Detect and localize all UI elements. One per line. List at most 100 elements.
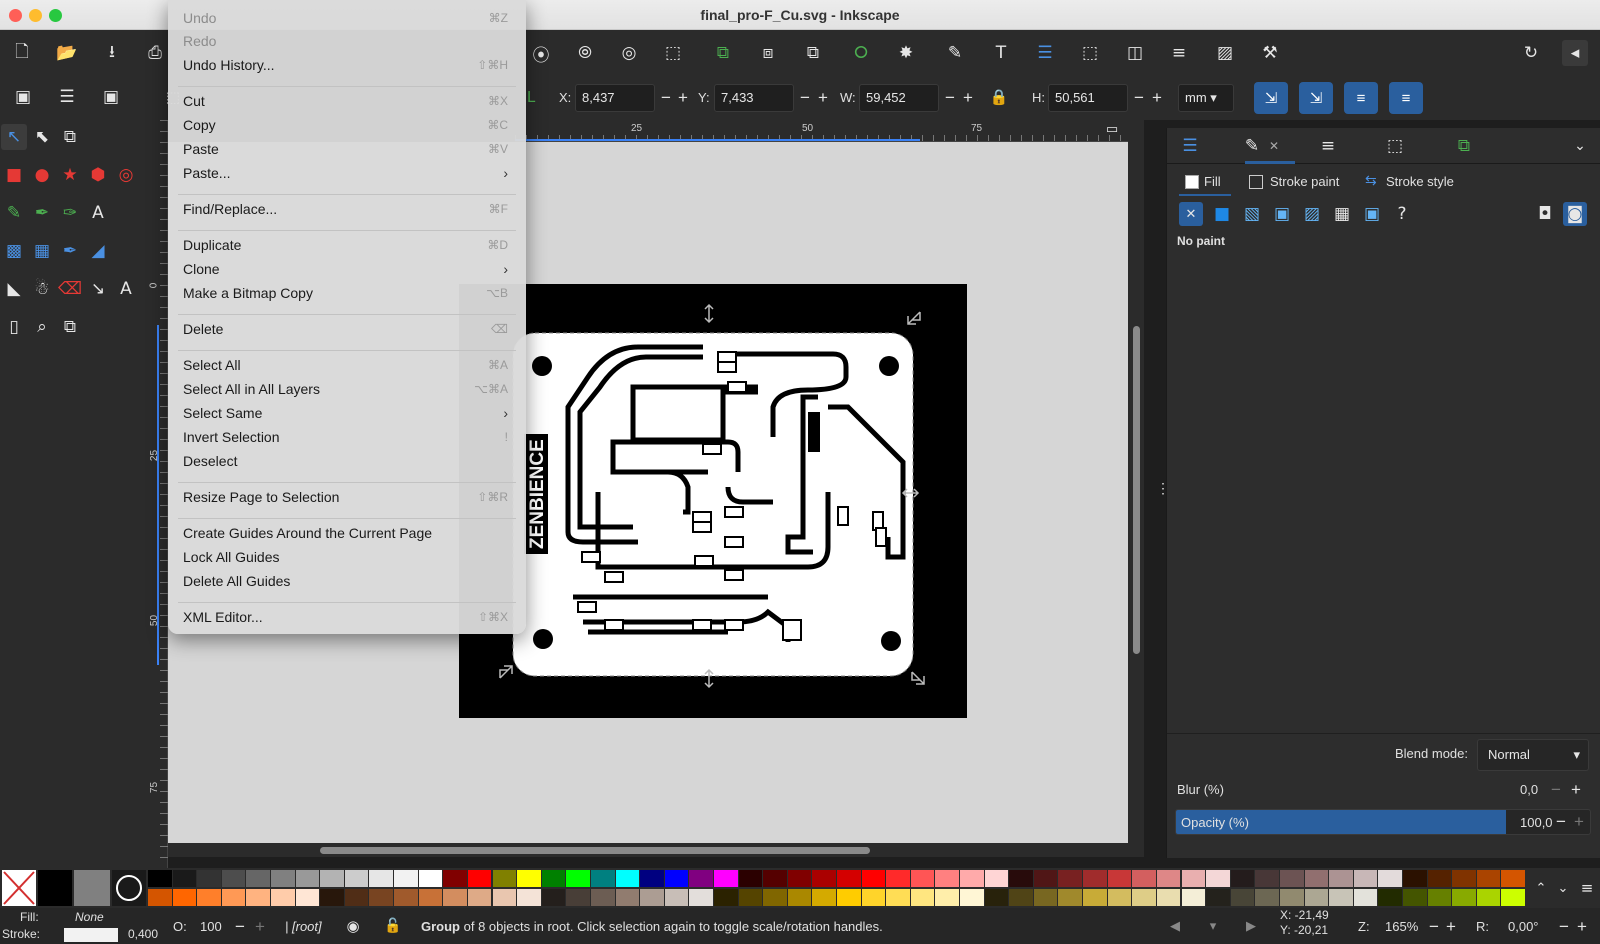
color-swatch[interactable] [689, 889, 713, 906]
color-swatch[interactable] [615, 870, 640, 887]
color-swatch[interactable] [369, 889, 394, 906]
menu-item-paste[interactable]: Paste ⌘V [168, 138, 526, 160]
y-increment-button[interactable]: + [818, 89, 828, 106]
horizontal-scrollbar[interactable] [168, 843, 1128, 857]
pen-tool-icon[interactable]: ✒ [29, 200, 55, 226]
color-swatch[interactable] [320, 870, 344, 887]
black-swatch[interactable] [38, 870, 72, 906]
color-swatch[interactable] [960, 870, 984, 887]
color-swatch[interactable] [861, 889, 886, 906]
linear-gradient-icon[interactable]: ▧ [1240, 202, 1264, 226]
status-opacity-decrement[interactable]: − [235, 918, 245, 935]
color-swatch[interactable] [1353, 889, 1378, 906]
x-field[interactable]: 8,437 [575, 84, 655, 112]
measure-tool-icon[interactable]: ⧉ [57, 314, 83, 340]
menu-item-paste[interactable]: Paste... › [168, 162, 526, 184]
color-swatch[interactable] [1058, 889, 1083, 906]
color-swatch[interactable] [1132, 889, 1156, 906]
color-swatch[interactable] [1501, 889, 1525, 906]
color-swatch[interactable] [517, 889, 541, 906]
color-swatch[interactable] [812, 889, 836, 906]
layers-icon[interactable]: ☰ [1032, 40, 1058, 66]
color-swatch[interactable] [1279, 870, 1304, 887]
selector-tool-icon[interactable]: ↖ [1, 124, 27, 150]
unlink-clone-icon[interactable]: ⧉ [800, 40, 826, 66]
color-swatch[interactable] [295, 870, 320, 887]
color-swatch[interactable] [1009, 889, 1033, 906]
color-swatch[interactable] [984, 870, 1009, 887]
color-swatch[interactable] [713, 889, 738, 906]
menu-item-undo-history[interactable]: Undo History... ⇧⌘H [168, 54, 526, 76]
lpe-tool-icon[interactable]: A [113, 276, 139, 302]
color-swatch[interactable] [837, 870, 861, 887]
color-swatch[interactable] [1058, 870, 1083, 887]
zoom-increment[interactable]: + [1446, 918, 1456, 935]
opacity-decrement-button[interactable]: − [1556, 813, 1566, 830]
vertical-scroll-thumb[interactable] [1133, 326, 1140, 654]
color-swatch[interactable] [246, 870, 271, 887]
zoom-selection-icon[interactable]: ⦿ [528, 40, 554, 66]
color-swatch[interactable] [517, 870, 541, 887]
color-swatch[interactable] [1378, 889, 1402, 906]
menu-item-make-a-bitmap-copy[interactable]: Make a Bitmap Copy ⌥B [168, 282, 526, 304]
menu-item-select-all[interactable]: Select All ⌘A [168, 354, 526, 376]
pencil-tool-icon[interactable]: ✎ [1, 200, 27, 226]
menu-item-select-all-in-all-layers[interactable]: Select All in All Layers ⌥⌘A [168, 378, 526, 400]
h-field[interactable]: 50,561 [1048, 84, 1128, 112]
radial-gradient-icon[interactable]: ▣ [1270, 202, 1294, 226]
ellipse-tool-icon[interactable]: ● [29, 162, 55, 188]
stroke-color-indicator[interactable] [64, 928, 118, 942]
color-swatch[interactable] [886, 889, 910, 906]
ungroup-icon[interactable]: ✸ [893, 40, 919, 66]
color-swatch[interactable] [1083, 870, 1107, 887]
move-patterns-toggle[interactable]: ≡ [1389, 82, 1423, 114]
layer-lock-icon[interactable]: 🔓 [380, 913, 406, 939]
color-swatch[interactable] [1132, 870, 1156, 887]
spray-tool-icon[interactable]: ☃ [29, 276, 55, 302]
color-swatch[interactable] [1501, 870, 1525, 887]
color-swatch[interactable] [640, 889, 664, 906]
color-swatch[interactable] [590, 870, 615, 887]
color-swatch[interactable] [590, 889, 615, 906]
color-swatch[interactable] [787, 889, 812, 906]
previous-page-icon[interactable]: ◀ [1162, 913, 1188, 939]
w-field[interactable]: 59,452 [859, 84, 939, 112]
color-swatch[interactable] [1255, 889, 1279, 906]
dock-menu-icon[interactable]: ⌄ [1567, 133, 1593, 159]
color-swatch[interactable] [1452, 889, 1476, 906]
no-color-swatch[interactable] [2, 870, 36, 906]
align-tab-icon[interactable]: ≡ [1315, 133, 1341, 159]
calligraphy-tool-icon[interactable]: ✑ [57, 200, 83, 226]
zoom-tool-icon[interactable]: ⌕ [29, 314, 55, 340]
color-swatch[interactable] [1402, 870, 1427, 887]
zoom-window-button[interactable] [49, 9, 62, 22]
color-swatch[interactable] [664, 889, 689, 906]
zoom-drawing-icon[interactable]: ⦾ [572, 40, 598, 66]
collapse-panel-icon[interactable]: ◂ [1562, 40, 1588, 66]
color-swatch[interactable] [369, 870, 394, 887]
fill-rule-nonzero-icon[interactable]: ◙ [1563, 202, 1587, 226]
color-swatch[interactable] [738, 870, 763, 887]
color-swatch[interactable] [640, 870, 664, 887]
unit-select[interactable]: mm ▾ [1178, 84, 1234, 112]
color-swatch[interactable] [738, 889, 763, 906]
color-swatch[interactable] [418, 889, 443, 906]
mesh-tool-icon[interactable]: ▦ [29, 238, 55, 264]
color-swatch[interactable] [418, 870, 443, 887]
layer-visibility-icon[interactable]: ◉ [340, 913, 366, 939]
menu-item-copy[interactable]: Copy ⌘C [168, 114, 526, 136]
preferences-icon[interactable]: ⚒ [1257, 40, 1283, 66]
w-decrement-button[interactable]: − [945, 89, 955, 106]
color-swatch[interactable] [271, 870, 295, 887]
current-layer[interactable]: | [root] [285, 919, 322, 934]
paint-bucket-tool-icon[interactable]: ◢ [85, 238, 111, 264]
menu-item-deselect[interactable]: Deselect [168, 450, 526, 472]
menu-item-delete[interactable]: Delete ⌫ [168, 318, 526, 340]
color-swatch[interactable] [443, 889, 467, 906]
color-swatch[interactable] [910, 889, 935, 906]
rotation-value[interactable]: 0,00° [1508, 919, 1539, 934]
new-document-icon[interactable]: 🗋 [9, 40, 35, 66]
snap-toggle-icon[interactable]: ↻ [1518, 40, 1544, 66]
xml-editor-icon[interactable]: ⬚ [1077, 40, 1103, 66]
blur-increment-button[interactable]: + [1571, 781, 1581, 798]
